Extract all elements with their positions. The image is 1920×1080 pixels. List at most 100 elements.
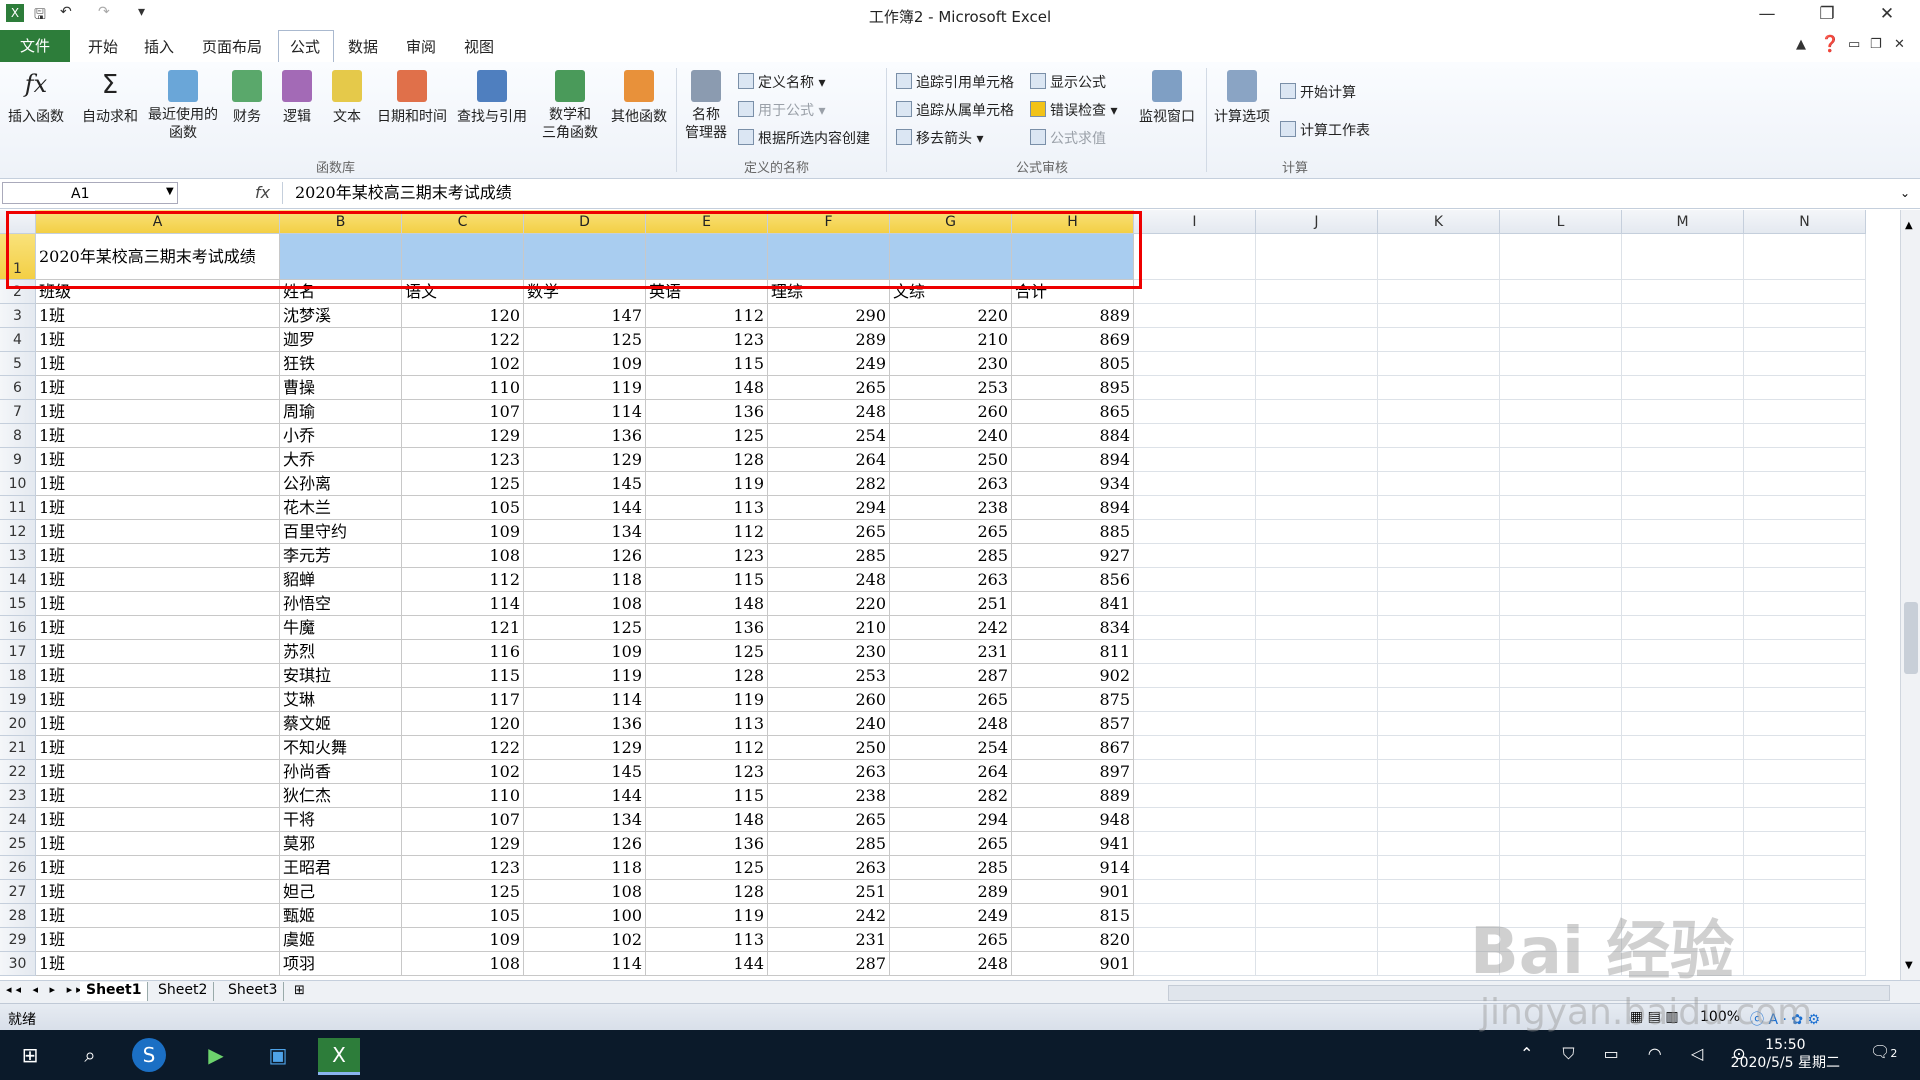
table-cell[interactable]: 264 <box>890 760 1012 784</box>
row-header[interactable]: 5 <box>0 352 36 376</box>
empty-cell[interactable] <box>1744 472 1866 496</box>
row-header[interactable]: 29 <box>0 928 36 952</box>
table-cell[interactable]: 248 <box>768 568 890 592</box>
create-from-selection-button[interactable]: 根据所选内容创建 <box>738 128 870 148</box>
table-cell[interactable]: 甄姬 <box>280 904 402 928</box>
table-cell[interactable]: 144 <box>646 952 768 976</box>
table-cell[interactable]: 貂蝉 <box>280 568 402 592</box>
table-cell[interactable]: 102 <box>402 352 524 376</box>
table-cell[interactable]: 254 <box>768 424 890 448</box>
table-cell[interactable]: 125 <box>524 616 646 640</box>
empty-cell[interactable] <box>1134 376 1256 400</box>
empty-cell[interactable] <box>1256 640 1378 664</box>
table-cell[interactable]: 1班 <box>36 664 280 688</box>
table-cell[interactable]: 113 <box>646 496 768 520</box>
empty-cell[interactable] <box>1744 568 1866 592</box>
empty-cell[interactable] <box>1378 280 1500 304</box>
scroll-up-icon[interactable]: ▲ <box>1905 220 1913 231</box>
wb-restore-icon[interactable]: ❐ <box>1870 37 1882 52</box>
table-cell[interactable]: 260 <box>890 400 1012 424</box>
table-cell[interactable]: 123 <box>402 856 524 880</box>
table-cell[interactable]: 285 <box>768 544 890 568</box>
row-header[interactable]: 9 <box>0 448 36 472</box>
empty-cell[interactable] <box>1134 448 1256 472</box>
table-cell[interactable]: 251 <box>768 880 890 904</box>
empty-cell[interactable] <box>1622 592 1744 616</box>
table-cell[interactable]: 126 <box>524 544 646 568</box>
table-cell[interactable]: 115 <box>646 784 768 808</box>
table-cell[interactable]: 105 <box>402 496 524 520</box>
empty-cell[interactable] <box>1744 280 1866 304</box>
row-header[interactable]: 6 <box>0 376 36 400</box>
empty-cell[interactable] <box>1622 712 1744 736</box>
empty-cell[interactable] <box>1256 424 1378 448</box>
empty-cell[interactable] <box>1500 376 1622 400</box>
table-cell[interactable]: 108 <box>402 544 524 568</box>
table-cell[interactable]: 948 <box>1012 808 1134 832</box>
table-cell[interactable]: 125 <box>646 856 768 880</box>
empty-cell[interactable] <box>1500 712 1622 736</box>
table-cell[interactable]: 迦罗 <box>280 328 402 352</box>
empty-cell[interactable] <box>1622 304 1744 328</box>
table-cell[interactable]: 914 <box>1012 856 1134 880</box>
empty-cell[interactable] <box>1744 448 1866 472</box>
empty-cell[interactable] <box>1378 544 1500 568</box>
empty-cell[interactable] <box>1256 736 1378 760</box>
empty-cell[interactable] <box>1500 544 1622 568</box>
table-cell[interactable]: 1班 <box>36 616 280 640</box>
vertical-scrollbar[interactable]: ▲ ▼ <box>1900 210 1920 980</box>
table-cell[interactable]: 941 <box>1012 832 1134 856</box>
column-header-n[interactable]: N <box>1744 210 1866 234</box>
empty-cell[interactable] <box>1744 424 1866 448</box>
table-cell[interactable]: 287 <box>768 952 890 976</box>
table-cell[interactable]: 122 <box>402 328 524 352</box>
table-cell[interactable]: 125 <box>402 880 524 904</box>
empty-cell[interactable] <box>1744 496 1866 520</box>
empty-cell[interactable] <box>1622 280 1744 304</box>
table-cell[interactable]: 1班 <box>36 928 280 952</box>
table-cell[interactable]: 114 <box>524 400 646 424</box>
empty-cell[interactable] <box>1500 568 1622 592</box>
row-header[interactable]: 26 <box>0 856 36 880</box>
text-function-button[interactable]: 文本 <box>326 70 368 126</box>
scroll-down-icon[interactable]: ▼ <box>1905 960 1913 971</box>
empty-cell[interactable] <box>1378 448 1500 472</box>
table-cell[interactable]: 公孙离 <box>280 472 402 496</box>
row-header[interactable]: 13 <box>0 544 36 568</box>
table-cell[interactable]: 285 <box>890 856 1012 880</box>
table-cell[interactable]: 249 <box>890 904 1012 928</box>
empty-cell[interactable] <box>1744 760 1866 784</box>
empty-cell[interactable] <box>1500 520 1622 544</box>
empty-cell[interactable] <box>1134 400 1256 424</box>
empty-cell[interactable] <box>1622 736 1744 760</box>
empty-cell[interactable] <box>1622 616 1744 640</box>
empty-cell[interactable] <box>1378 328 1500 352</box>
empty-cell[interactable] <box>1622 856 1744 880</box>
table-cell[interactable]: 148 <box>646 592 768 616</box>
table-cell[interactable]: 118 <box>524 568 646 592</box>
table-cell[interactable]: 沈梦溪 <box>280 304 402 328</box>
sheet-tab-1[interactable]: Sheet1 <box>80 982 149 1001</box>
table-cell[interactable]: 105 <box>402 904 524 928</box>
table-cell[interactable]: 107 <box>402 400 524 424</box>
empty-cell[interactable] <box>1134 808 1256 832</box>
empty-cell[interactable] <box>1744 592 1866 616</box>
table-cell[interactable]: 250 <box>890 448 1012 472</box>
empty-cell[interactable] <box>1256 784 1378 808</box>
table-cell[interactable]: 干将 <box>280 808 402 832</box>
empty-cell[interactable] <box>1256 280 1378 304</box>
empty-cell[interactable] <box>1378 400 1500 424</box>
table-cell[interactable]: 112 <box>402 568 524 592</box>
table-cell[interactable]: 1班 <box>36 640 280 664</box>
header-cell[interactable]: 姓名 <box>280 280 402 304</box>
empty-cell[interactable] <box>1622 376 1744 400</box>
table-cell[interactable]: 250 <box>768 736 890 760</box>
table-cell[interactable]: 莫邪 <box>280 832 402 856</box>
empty-cell[interactable] <box>1134 832 1256 856</box>
table-cell[interactable]: 811 <box>1012 640 1134 664</box>
table-cell[interactable]: 238 <box>768 784 890 808</box>
empty-cell[interactable] <box>1500 832 1622 856</box>
table-cell[interactable]: 129 <box>402 832 524 856</box>
table-cell[interactable]: 248 <box>890 952 1012 976</box>
table-cell[interactable]: 294 <box>768 496 890 520</box>
